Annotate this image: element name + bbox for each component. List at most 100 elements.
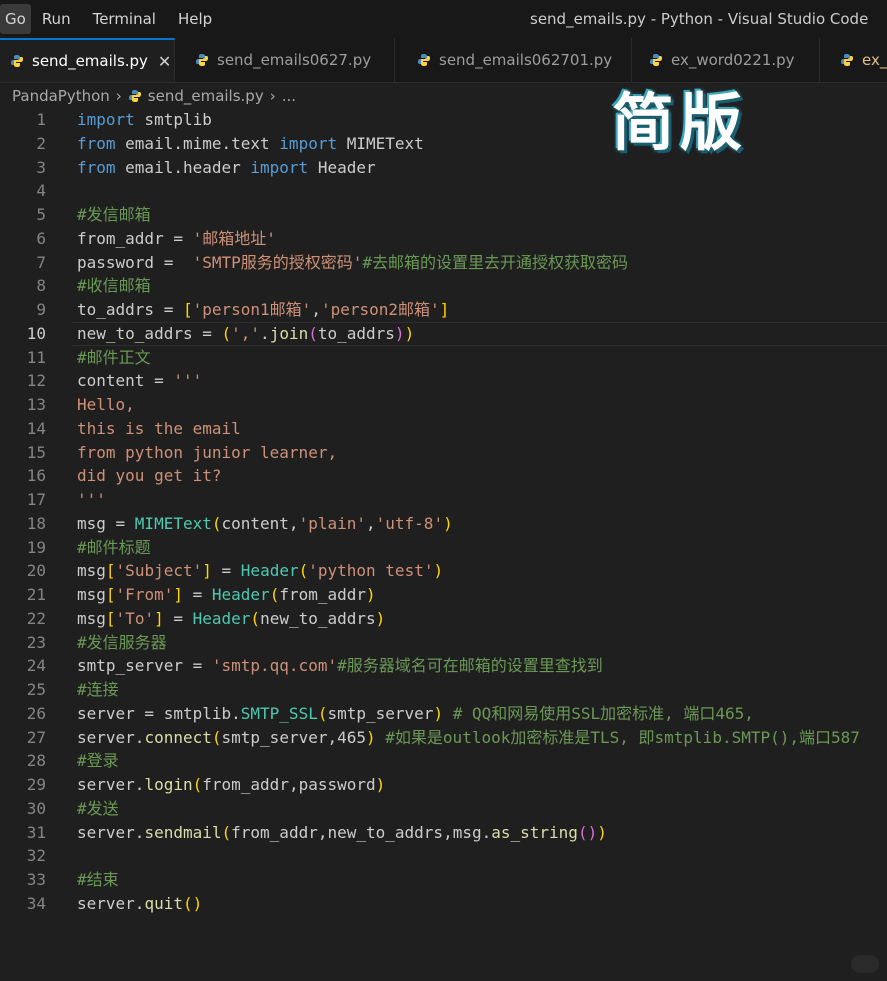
code-token: msg =: [77, 513, 135, 533]
tab-send-emails062701[interactable]: send_emails062701.py: [395, 38, 632, 82]
code-line[interactable]: 24 smtp_server = 'smtp.qq.com'#服务器域名可在邮箱的…: [0, 654, 887, 678]
code-token: #服务器域名可在邮箱的设置里查找到: [337, 656, 603, 676]
tab-send-emails0627[interactable]: send_emails0627.py: [175, 38, 395, 82]
code-line[interactable]: 19 #邮件标题: [0, 536, 887, 560]
code-line[interactable]: 32: [0, 844, 887, 868]
code-line[interactable]: 25 #连接: [0, 678, 887, 702]
code-line[interactable]: 14 this is the email: [0, 417, 887, 441]
menu-go[interactable]: Go: [0, 4, 31, 34]
code-token: from: [77, 157, 116, 177]
code-line[interactable]: 5 #发信邮箱: [0, 203, 887, 227]
code-line[interactable]: 11 #邮件正文: [0, 346, 887, 370]
code-token: server.: [77, 822, 145, 842]
code-line[interactable]: 1 import smtplib: [0, 108, 887, 132]
code-line[interactable]: 31 server.sendmail(from_addr,new_to_addrs…: [0, 821, 887, 845]
code-line[interactable]: 16 did you get it?: [0, 464, 887, 488]
code-token: ,: [311, 300, 321, 319]
code-token: '邮箱地址': [192, 228, 276, 248]
code-token: from python junior learner,: [77, 442, 338, 462]
python-file-icon: [650, 54, 662, 66]
code-line[interactable]: 27 server.connect(smtp_server,465) #如果是ou…: [0, 726, 887, 750]
code-line[interactable]: 26 server = smtplib.SMTP_SSL(smtp_server)…: [0, 702, 887, 726]
line-number: 15: [26, 442, 46, 462]
code-token: #登录: [77, 751, 119, 771]
breadcrumb-more[interactable]: ...: [282, 87, 296, 105]
code-line[interactable]: 7 password = 'SMTP服务的授权密码'#去邮箱的设置里去开通授权获取…: [0, 251, 887, 275]
code-token: import: [77, 110, 135, 129]
code-text: server.connect(smtp_server,465) #如果是outl…: [77, 726, 860, 750]
code-line[interactable]: 18 msg = MIMEText(content,'plain','utf-8'…: [0, 512, 887, 536]
code-token: ]: [202, 561, 212, 581]
code-token: #去邮箱的设置里去开通授权获取密码: [362, 252, 629, 272]
code-token: MIMEText: [337, 133, 424, 153]
code-line[interactable]: 30 #发送: [0, 797, 887, 821]
tab-label: send_emails.py: [32, 52, 148, 70]
menu-run[interactable]: Run: [31, 4, 82, 34]
code-token: ]: [173, 585, 183, 604]
code-text: #结束: [77, 868, 119, 892]
code-token: Header: [192, 608, 251, 628]
code-token: 'utf-8': [375, 513, 444, 533]
code-line[interactable]: 8 #收信邮箱: [0, 274, 887, 298]
code-token: from_addr =: [77, 228, 193, 248]
code-token: (: [308, 323, 318, 343]
code-token: msg: [77, 608, 106, 628]
code-token: #邮件标题: [77, 537, 151, 557]
code-token: ): [433, 561, 444, 581]
code-text: content = ''': [77, 369, 202, 393]
code-line[interactable]: 20 msg['Subject'] = Header('python test'): [0, 559, 887, 583]
code-line[interactable]: 17 ''': [0, 488, 887, 512]
code-line[interactable]: 10 new_to_addrs = (','.join(to_addrs)): [0, 321, 887, 346]
code-token: 'person1邮箱': [192, 300, 312, 319]
menu-help[interactable]: Help: [167, 4, 223, 34]
code-editor[interactable]: 1 import smtplib 2 from email.mime.text imp…: [0, 108, 887, 928]
code-line[interactable]: 4: [0, 179, 887, 203]
line-number: 24: [26, 656, 46, 676]
vscode-window: Go Run Terminal Help send_emails.py - Py…: [0, 0, 887, 981]
code-token: from_addr: [279, 585, 367, 604]
line-number: 12: [26, 371, 46, 391]
code-text: import smtplib: [77, 108, 212, 132]
code-token: connect: [144, 727, 212, 747]
code-token: quit: [144, 893, 183, 913]
code-line[interactable]: 34 server.quit(): [0, 892, 887, 916]
code-line[interactable]: 33 #结束: [0, 868, 887, 892]
python-file-icon: [841, 54, 853, 66]
breadcrumb-folder[interactable]: PandaPython: [12, 87, 110, 105]
code-token: ): [597, 822, 607, 842]
line-number: 31: [26, 822, 46, 842]
code-line[interactable]: 9 to_addrs = ['person1邮箱','person2邮箱']: [0, 298, 887, 322]
code-token: Header: [308, 157, 376, 177]
code-token: =: [163, 608, 193, 628]
code-line[interactable]: 29 server.login(from_addr,password): [0, 773, 887, 797]
line-number: 16: [26, 466, 46, 486]
tab-ex-word0221[interactable]: ex_word0221.py: [632, 38, 820, 82]
close-icon[interactable]: ✕: [158, 52, 171, 71]
code-text: #登录: [77, 749, 119, 773]
code-line[interactable]: 3 from email.header import Header: [0, 156, 887, 180]
tab-ex-p[interactable]: ex_p: [820, 38, 887, 82]
menu-bar: Go Run Terminal Help: [0, 0, 223, 38]
breadcrumb-file[interactable]: send_emails.py: [148, 87, 264, 105]
code-text: server.quit(): [77, 892, 202, 916]
code-token: ): [375, 608, 386, 628]
code-line[interactable]: 22 msg['To'] = Header(new_to_addrs): [0, 607, 887, 631]
code-line[interactable]: 23 #发信服务器: [0, 631, 887, 655]
code-line[interactable]: 21 msg['From'] = Header(from_addr): [0, 583, 887, 607]
code-token: import: [250, 157, 309, 177]
code-token: as_string: [491, 822, 578, 842]
code-text: #发送: [77, 797, 119, 821]
code-line[interactable]: 6 from_addr = '邮箱地址': [0, 227, 887, 251]
code-line[interactable]: 28 #登录: [0, 749, 887, 773]
tab-send-emails[interactable]: send_emails.py ✕: [0, 38, 175, 82]
code-line[interactable]: 13 Hello,: [0, 393, 887, 417]
code-token: 'SMTP服务的授权密码': [192, 252, 363, 272]
code-line[interactable]: 2 from email.mime.text import MIMEText: [0, 132, 887, 156]
code-text: from email.mime.text import MIMEText: [77, 132, 424, 156]
menu-terminal[interactable]: Terminal: [82, 4, 167, 34]
overlay-title: 简版: [612, 86, 749, 159]
code-line[interactable]: 15 from python junior learner,: [0, 441, 887, 465]
code-line[interactable]: 12 content = ''': [0, 369, 887, 393]
code-text: #邮件标题: [77, 536, 151, 560]
watermark-badge: [851, 955, 879, 973]
